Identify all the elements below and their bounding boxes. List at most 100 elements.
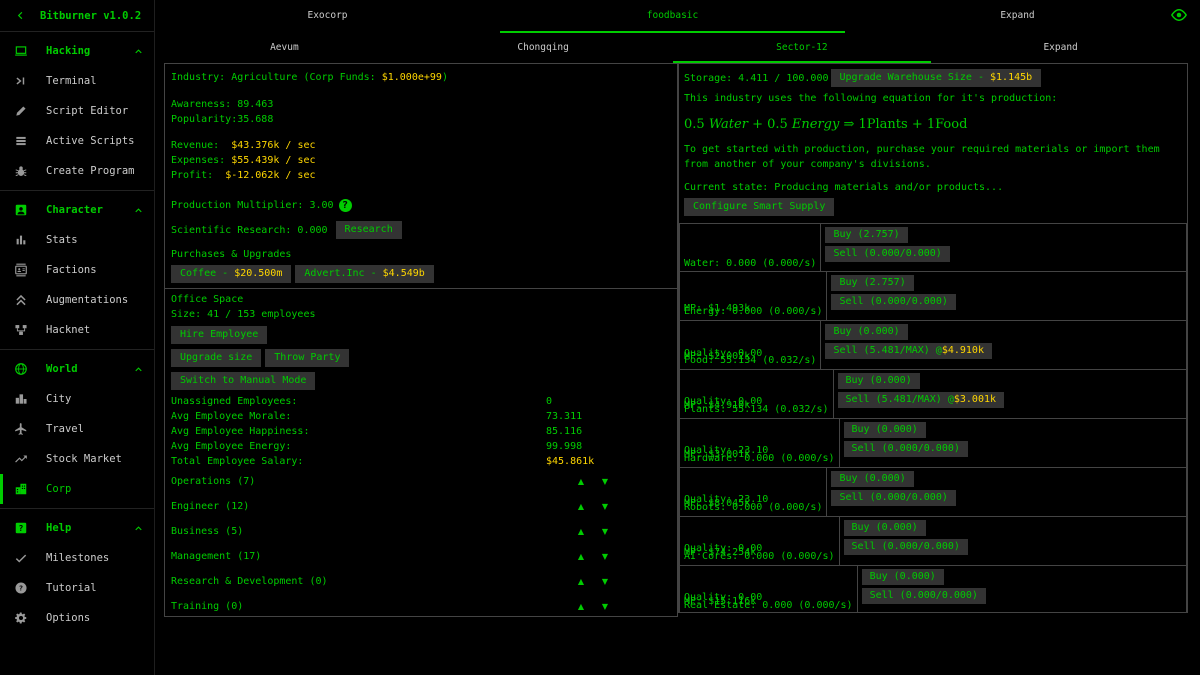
- sidebar-item-augmentations[interactable]: Augmentations: [0, 285, 154, 315]
- sidebar-item-active-scripts[interactable]: Active Scripts: [0, 126, 154, 156]
- sidebar-item-stock-market[interactable]: Stock Market: [0, 444, 154, 474]
- switch-manual-mode-button[interactable]: Switch to Manual Mode: [171, 372, 315, 390]
- sidebar-item-create-program[interactable]: Create Program: [0, 156, 154, 186]
- sidebar-item-script-editor[interactable]: Script Editor: [0, 96, 154, 126]
- decrease-arrow-button[interactable]: ▼: [593, 477, 617, 486]
- gear-icon: [14, 611, 32, 625]
- buy-material-button[interactable]: Buy (0.000): [831, 471, 913, 487]
- material-actions: Buy (0.000) Sell (0.000/0.000): [840, 419, 972, 467]
- job-label: Engineer (12): [171, 501, 569, 512]
- stat-label: Avg Employee Energy:: [171, 439, 546, 454]
- tab-expand-city[interactable]: Expand: [931, 33, 1190, 63]
- increase-arrow-button[interactable]: ▲: [569, 477, 593, 486]
- sidebar-section-world[interactable]: World: [0, 354, 154, 384]
- sidebar-section-character[interactable]: Character: [0, 195, 154, 225]
- sidebar-section-hacking[interactable]: Hacking: [0, 36, 154, 66]
- increase-arrow-button[interactable]: ▲: [569, 552, 593, 561]
- sell-label: Sell (0.000/0.000): [870, 590, 978, 601]
- office-space-section: Office Space Size: 41 / 153 employees Hi…: [165, 289, 677, 617]
- increase-arrow-button[interactable]: ▲: [569, 527, 593, 536]
- sell-material-button[interactable]: Sell (0.000/0.000): [844, 441, 968, 457]
- increase-arrow-button[interactable]: ▲: [569, 602, 593, 611]
- configure-smart-supply-button[interactable]: Configure Smart Supply: [684, 198, 834, 216]
- sidebar-group-world: World City Travel Stock Market Corp: [0, 350, 154, 509]
- increase-arrow-button[interactable]: ▲: [569, 502, 593, 511]
- tab-aevum[interactable]: Aevum: [155, 33, 414, 63]
- stat-row: Avg Employee Morale:73.311: [171, 409, 671, 424]
- sidebar-collapse-button[interactable]: [0, 10, 40, 21]
- decrease-arrow-button[interactable]: ▼: [593, 527, 617, 536]
- throw-party-button[interactable]: Throw Party: [265, 349, 349, 367]
- tab-exocorp[interactable]: Exocorp: [155, 0, 500, 33]
- sell-material-button[interactable]: Sell (0.000/0.000): [844, 539, 968, 555]
- buy-material-button[interactable]: Buy (0.000): [844, 520, 926, 536]
- sidebar: Bitburner v1.0.2 Hacking Terminal Script…: [0, 0, 155, 675]
- buy-coffee-button[interactable]: Coffee - $20.500m: [171, 265, 291, 283]
- expenses-value: $55.439k / sec: [231, 155, 315, 166]
- material-row-robots: Robots: 0.000 (0.000/s) MP: $74.254k Qua…: [679, 468, 1187, 517]
- sidebar-item-terminal[interactable]: Terminal: [0, 66, 154, 96]
- decrease-arrow-button[interactable]: ▼: [593, 502, 617, 511]
- sell-material-button[interactable]: Sell (0.000/0.000): [825, 246, 949, 262]
- upgrade-size-button[interactable]: Upgrade size: [171, 349, 261, 367]
- buy-advert-button[interactable]: Advert.Inc - $4.549b: [295, 265, 433, 283]
- sidebar-item-factions[interactable]: Factions: [0, 255, 154, 285]
- sell-material-button[interactable]: Sell (0.000/0.000): [831, 490, 955, 506]
- buy-material-button[interactable]: Buy (0.000): [862, 569, 944, 585]
- stat-row: Avg Employee Happiness:85.116: [171, 424, 671, 439]
- buy-material-button[interactable]: Buy (2.757): [831, 275, 913, 291]
- buy-material-button[interactable]: Buy (0.000): [844, 422, 926, 438]
- sidebar-item-tutorial[interactable]: Tutorial: [0, 573, 154, 603]
- increase-arrow-button[interactable]: ▲: [569, 577, 593, 586]
- stat-value: 73.311: [546, 409, 582, 424]
- sidebar-group-help: Help Milestones Tutorial Options: [0, 509, 154, 637]
- sidebar-item-hacknet[interactable]: Hacknet: [0, 315, 154, 345]
- help-circle-icon[interactable]: ?: [339, 199, 352, 212]
- sell-material-button[interactable]: Sell (5.481/MAX) @$4.910k: [825, 343, 992, 359]
- material-quantity-line: Food: 55.134 (0.032/s): [684, 353, 816, 368]
- sell-material-button[interactable]: Sell (0.000/0.000): [831, 294, 955, 310]
- material-quantity-line: Water: 0.000 (0.000/s): [684, 256, 816, 271]
- chevron-up-icon[interactable]: [133, 205, 144, 216]
- popularity-line: Popularity:35.688: [171, 112, 671, 127]
- sell-material-button[interactable]: Sell (0.000/0.000): [862, 588, 986, 604]
- material-quantity-line: AI Cores: 0.000 (0.000/s): [684, 549, 835, 564]
- eye-icon[interactable]: [1170, 6, 1188, 24]
- chevron-up-icon[interactable]: [133, 46, 144, 57]
- tab-foodbasic[interactable]: foodbasic: [500, 0, 845, 33]
- sidebar-item-options[interactable]: Options: [0, 603, 154, 633]
- upgrade-warehouse-button[interactable]: Upgrade Warehouse Size - $1.145b: [831, 69, 1042, 87]
- chevron-up-icon[interactable]: [133, 523, 144, 534]
- laptop-icon: [14, 44, 32, 58]
- item-label: Active Scripts: [46, 135, 135, 147]
- sidebar-item-milestones[interactable]: Milestones: [0, 543, 154, 573]
- decrease-arrow-button[interactable]: ▼: [593, 577, 617, 586]
- research-button[interactable]: Research: [336, 221, 402, 239]
- decrease-arrow-button[interactable]: ▼: [593, 552, 617, 561]
- office-buttons-row: Upgrade size Throw Party: [171, 349, 671, 367]
- tab-chongqing[interactable]: Chongqing: [414, 33, 673, 63]
- buy-material-button[interactable]: Buy (2.757): [825, 227, 907, 243]
- material-actions: Buy (0.000) Sell (5.481/MAX) @$4.910k: [821, 321, 996, 369]
- tab-sector-12[interactable]: Sector-12: [673, 33, 932, 63]
- equation-part: ⇒ 1Plants + 1Food: [839, 117, 967, 132]
- account-box-icon: [14, 203, 32, 217]
- sidebar-section-help[interactable]: Help: [0, 513, 154, 543]
- sell-price: $4.910k: [942, 345, 984, 356]
- sidebar-item-stats[interactable]: Stats: [0, 225, 154, 255]
- hire-employee-button[interactable]: Hire Employee: [171, 326, 267, 344]
- current-state-line: Current state: Producing materials and/o…: [684, 180, 1182, 195]
- chevron-up-icon[interactable]: [133, 364, 144, 375]
- sidebar-item-city[interactable]: City: [0, 384, 154, 414]
- sell-material-button[interactable]: Sell (5.481/MAX) @$3.001k: [838, 392, 1005, 408]
- sidebar-item-travel[interactable]: Travel: [0, 414, 154, 444]
- buy-material-button[interactable]: Buy (0.000): [825, 324, 907, 340]
- buy-material-button[interactable]: Buy (0.000): [838, 373, 920, 389]
- material-row-energy: Energy: 0.000 (0.000/s) MP: $2.002k Qual…: [679, 272, 1187, 321]
- sell-label: Sell (5.481/MAX) @: [846, 394, 954, 405]
- item-label: Tutorial: [46, 582, 97, 594]
- tab-expand-division[interactable]: Expand: [845, 0, 1190, 33]
- decrease-arrow-button[interactable]: ▼: [593, 602, 617, 611]
- office-space-title: Office Space: [171, 292, 671, 307]
- sidebar-item-corp[interactable]: Corp: [0, 474, 154, 504]
